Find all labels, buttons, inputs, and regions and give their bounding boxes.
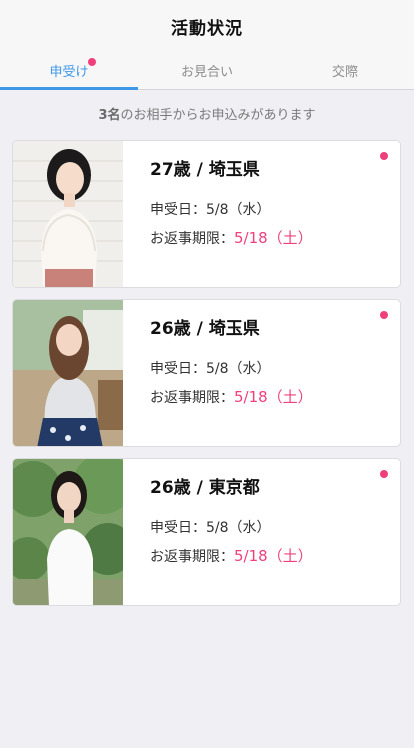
deadline-label: お返事期限： [150,231,234,247]
tab-bar: 申受け お見合い 交際 [0,52,414,90]
tab-omiai[interactable]: お見合い [138,52,276,89]
received-date: 5/8（水） [206,520,271,536]
profile-card[interactable]: 26歳 / 東京都 申受日：5/8（水） お返事期限：5/18（土） [12,458,401,606]
deadline-line: お返事期限：5/18（土） [150,545,313,566]
profile-photo [13,300,123,446]
received-date: 5/8（水） [206,202,271,218]
deadline-date: 5/18（土） [234,388,313,406]
profile-heading: 27歳 / 埼玉県 [150,160,260,180]
received-date: 5/8（水） [206,361,271,377]
tab-omiai-label: お見合い [180,65,233,80]
received-date-line: 申受日：5/8（水） [150,199,271,219]
app-header: 活動状況 [0,0,414,52]
received-label: 申受日： [150,202,206,218]
received-label: 申受日： [150,520,206,536]
unread-dot [380,470,388,478]
deadline-date: 5/18（土） [234,229,313,247]
unread-dot [380,152,388,160]
profile-card[interactable]: 26歳 / 埼玉県 申受日：5/8（水） お返事期限：5/18（土） [12,299,401,447]
notification-dot [88,58,96,66]
received-date-line: 申受日：5/8（水） [150,517,271,537]
received-date-line: 申受日：5/8（水） [150,358,271,378]
profile-heading: 26歳 / 埼玉県 [150,319,260,339]
deadline-line: お返事期限：5/18（土） [150,386,313,407]
received-label: 申受日： [150,361,206,377]
summary-message: のお相手からお申込みがあります [120,108,316,123]
profile-heading: 26歳 / 東京都 [150,478,260,498]
profile-card[interactable]: 27歳 / 埼玉県 申受日：5/8（水） お返事期限：5/18（土） [12,140,401,288]
deadline-line: お返事期限：5/18（土） [150,227,313,248]
deadline-date: 5/18（土） [234,547,313,565]
tab-received-label: 申受け [49,65,89,80]
tab-dating-label: 交際 [331,65,358,80]
profile-photo [13,141,123,287]
summary-text: 3名のお相手からお申込みがあります [0,104,414,123]
tab-dating[interactable]: 交際 [276,52,414,89]
summary-count: 3名 [98,108,121,123]
profile-photo [13,459,123,605]
deadline-label: お返事期限： [150,549,234,565]
tab-received[interactable]: 申受け [0,52,138,90]
deadline-label: お返事期限： [150,390,234,406]
page-title: 活動状況 [171,18,243,39]
unread-dot [380,311,388,319]
